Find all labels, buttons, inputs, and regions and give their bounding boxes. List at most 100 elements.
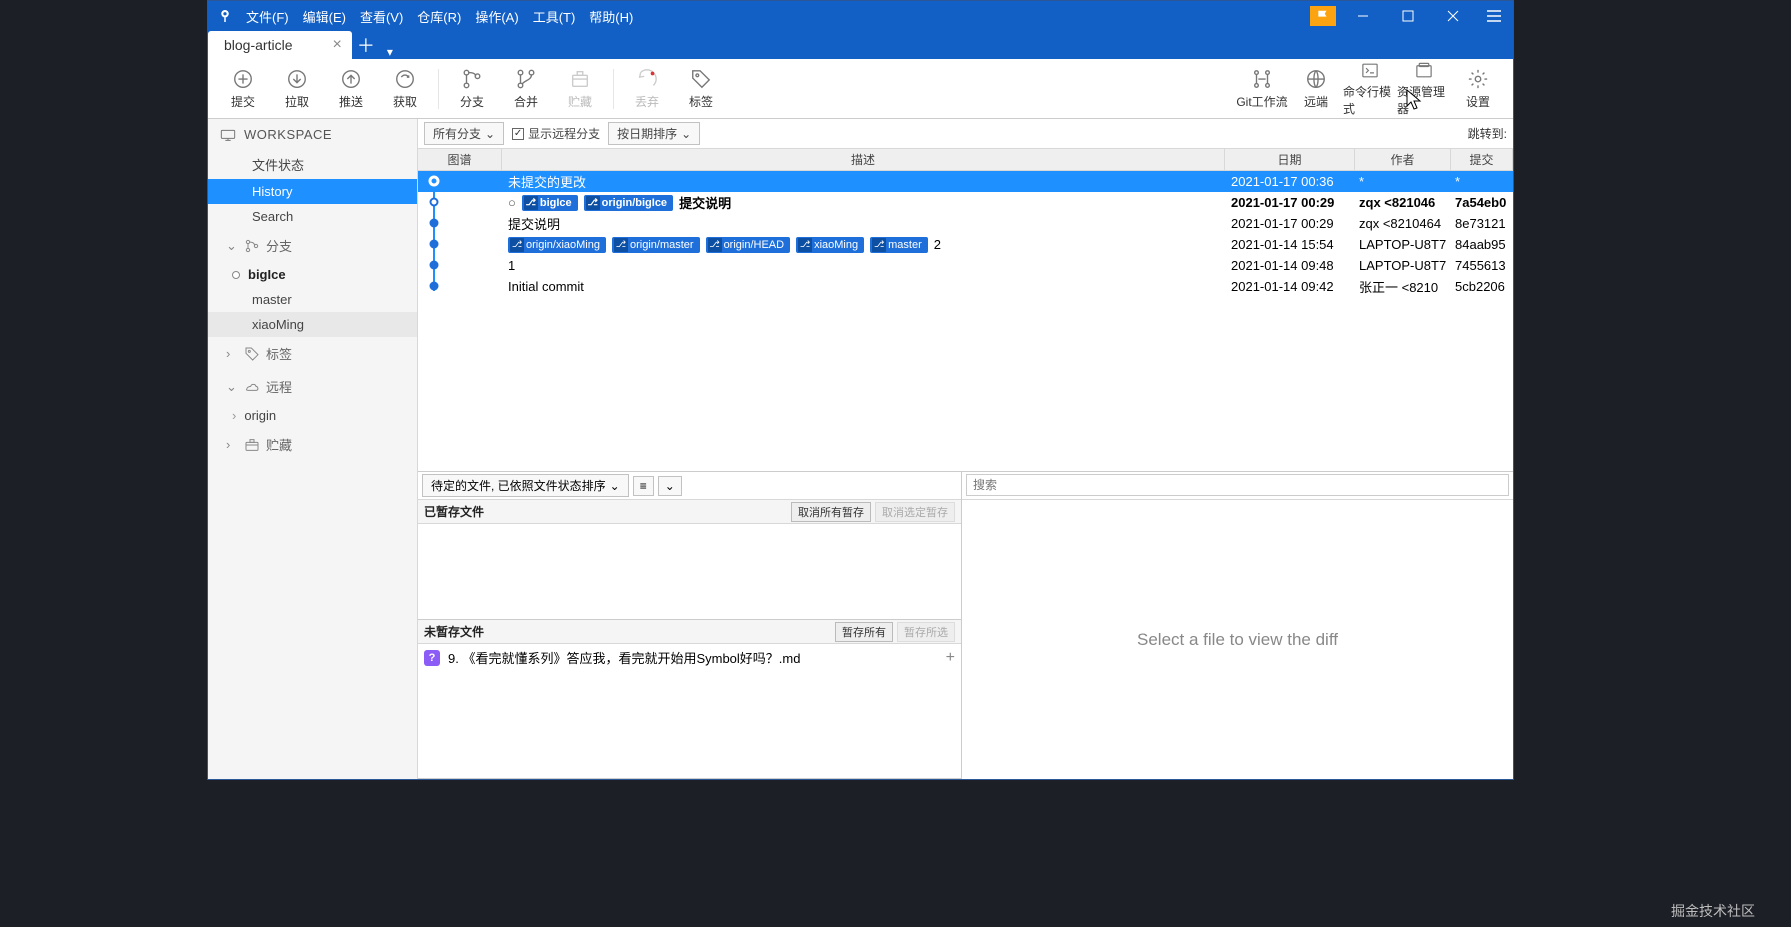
branch-master[interactable]: master [208, 287, 417, 312]
commit-row[interactable]: Initial commit2021-01-14 09:42张正一 <82105… [418, 276, 1513, 297]
branch-tag[interactable]: ⎇master [870, 237, 928, 253]
file-row[interactable]: ? 9. 《看完就懂系列》答应我，看完就开始用Symbol好吗？.md + [418, 644, 961, 671]
remote-origin[interactable]: › origin [208, 403, 417, 428]
repo-tab[interactable]: blog-article × [208, 31, 352, 59]
branch-bigice[interactable]: bigIce [208, 262, 417, 287]
unstage-all-button[interactable]: 取消所有暂存 [791, 502, 871, 522]
commit-author: LAPTOP-U8T7 [1355, 258, 1451, 273]
diff-panel: Select a file to view the diff [962, 472, 1513, 779]
main-panel: 所有分支⌄ ✓显示远程分支 按日期排序⌄ 跳转到: 图谱 描述 日期 作者 提交 [418, 119, 1513, 779]
sort-dropdown[interactable]: 按日期排序⌄ [608, 122, 700, 145]
chevron-down-icon: ⌄ [226, 238, 238, 254]
close-button[interactable] [1430, 1, 1475, 31]
toolbar-settings[interactable]: 设置 [1451, 61, 1505, 117]
sidebar-history[interactable]: History [208, 179, 417, 204]
commit-message: 未提交的更改 [508, 172, 586, 191]
col-author[interactable]: 作者 [1355, 149, 1451, 170]
toolbar-explorer[interactable]: 资源管理器 [1397, 61, 1451, 117]
menu-item[interactable]: 查看(V) [360, 7, 403, 26]
toolbar-merge[interactable]: 合并 [499, 61, 553, 117]
minimize-button[interactable] [1340, 1, 1385, 31]
col-date[interactable]: 日期 [1225, 149, 1355, 170]
unstaged-files-body: ? 9. 《看完就懂系列》答应我，看完就开始用Symbol好吗？.md + [418, 644, 961, 778]
sidebar-remotes-group[interactable]: ⌄ 远程 [208, 370, 417, 403]
sidebar-tags-group[interactable]: › 标签 [208, 337, 417, 370]
commit-author: zqx <8210464 [1355, 216, 1451, 231]
branch-tag[interactable]: ⎇origin/master [612, 237, 700, 253]
unstaged-label: 未暂存文件 [424, 623, 484, 640]
sidebar-search[interactable]: Search [208, 204, 417, 229]
toolbar-terminal[interactable]: 命令行模式 [1343, 61, 1397, 117]
toolbar-pull[interactable]: 拉取 [270, 61, 324, 117]
toolbar-tag[interactable]: 标签 [674, 61, 728, 117]
file-name: 9. 《看完就懂系列》答应我，看完就开始用Symbol好吗？.md [448, 648, 800, 667]
sidebar-branches-group[interactable]: ⌄ 分支 [208, 229, 417, 262]
toolbar-commit[interactable]: 提交 [216, 61, 270, 117]
chevron-down-icon: ⌄ [226, 379, 238, 395]
toolbar-fetch[interactable]: 获取 [378, 61, 432, 117]
unstage-selected-button[interactable]: 取消选定暂存 [875, 502, 955, 522]
view-mode-list[interactable]: ≡ [633, 476, 654, 496]
detail-panel: 待定的文件, 已依照文件状态排序⌄ ≡ ⌄ 已暂存文件 取消所有暂存 取消选定暂… [418, 471, 1513, 779]
new-tab-button[interactable]: ＋ [352, 31, 380, 59]
branch-tag[interactable]: ⎇origin/xiaoMing [508, 237, 606, 253]
commit-hash: 84aab95 [1451, 237, 1513, 252]
maximize-button[interactable] [1385, 1, 1430, 31]
col-commit[interactable]: 提交 [1451, 149, 1513, 170]
unstaged-section: 未暂存文件 暂存所有 暂存所选 ? 9. 《看完就懂系列》答应我，看完就开始用S… [418, 620, 961, 779]
branch-tag[interactable]: ⎇origin/HEAD [706, 237, 791, 253]
tab-menu-button[interactable]: ▾ [380, 45, 400, 59]
sidebar: WORKSPACE 文件状态 History Search ⌄ 分支 bigIc… [208, 119, 418, 779]
commit-hash: * [1451, 174, 1513, 189]
hamburger-icon[interactable] [1475, 9, 1513, 23]
commit-hash: 7455613 [1451, 258, 1513, 273]
branch-filter-dropdown[interactable]: 所有分支⌄ [424, 122, 504, 145]
stage-file-button[interactable]: + [946, 649, 955, 667]
commit-author: 张正一 <8210 [1355, 277, 1451, 296]
commit-message: 提交说明 [508, 214, 560, 233]
notification-flag-icon[interactable] [1310, 6, 1336, 26]
menu-item[interactable]: 编辑(E) [303, 7, 346, 26]
commit-hash: 5cb2206 [1451, 279, 1513, 294]
branch-tag[interactable]: ⎇bigIce [522, 195, 578, 211]
branch-xiaoming[interactable]: xiaoMing [208, 312, 417, 337]
stage-all-button[interactable]: 暂存所有 [835, 622, 893, 642]
commit-author: zqx <821046 [1355, 195, 1451, 210]
branch-tag[interactable]: ⎇origin/bigIce [584, 195, 673, 211]
toolbar-branch[interactable]: 分支 [445, 61, 499, 117]
commit-row[interactable]: 提交说明2021-01-17 00:29zqx <82104648e73121 [418, 213, 1513, 234]
pending-sort-dropdown[interactable]: 待定的文件, 已依照文件状态排序⌄ [422, 474, 629, 497]
file-status-icon: ? [424, 650, 440, 666]
branch-tag[interactable]: ⎇xiaoMing [796, 237, 864, 253]
current-branch-dot-icon [232, 271, 240, 279]
menu-item[interactable]: 仓库(R) [417, 7, 461, 26]
menu-item[interactable]: 操作(A) [475, 7, 518, 26]
col-graph[interactable]: 图谱 [418, 149, 502, 170]
col-description[interactable]: 描述 [502, 149, 1225, 170]
toolbar-remote[interactable]: 远端 [1289, 61, 1343, 117]
commit-author: * [1355, 174, 1451, 189]
filter-bar: 所有分支⌄ ✓显示远程分支 按日期排序⌄ 跳转到: [418, 119, 1513, 149]
toolbar-push[interactable]: 推送 [324, 61, 378, 117]
menu-item[interactable]: 帮助(H) [589, 7, 633, 26]
stage-selected-button[interactable]: 暂存所选 [897, 622, 955, 642]
commit-row[interactable]: ○⎇bigIce⎇origin/bigIce提交说明2021-01-17 00:… [418, 192, 1513, 213]
commit-date: 2021-01-17 00:36 [1225, 174, 1355, 189]
commit-message: 2 [934, 237, 941, 252]
watermark: 掘金技术社区 [1671, 901, 1755, 921]
sidebar-stashes-group[interactable]: › 贮藏 [208, 428, 417, 461]
sidebar-file-status[interactable]: 文件状态 [208, 150, 417, 179]
commit-date: 2021-01-17 00:29 [1225, 216, 1355, 231]
commit-row[interactable]: 未提交的更改2021-01-17 00:36** [418, 171, 1513, 192]
staged-section: 已暂存文件 取消所有暂存 取消选定暂存 [418, 500, 961, 620]
menu-item[interactable]: 工具(T) [533, 7, 576, 26]
show-remote-checkbox[interactable]: ✓显示远程分支 [512, 125, 600, 142]
tab-close-icon[interactable]: × [332, 36, 341, 54]
view-mode-dropdown[interactable]: ⌄ [658, 476, 682, 496]
toolbar-stash: 贮藏 [553, 61, 607, 117]
menu-item[interactable]: 文件(F) [246, 7, 289, 26]
commit-row[interactable]: 12021-01-14 09:48LAPTOP-U8T77455613 [418, 255, 1513, 276]
search-input[interactable] [966, 474, 1509, 496]
toolbar-gitflow[interactable]: Git工作流 [1235, 61, 1289, 117]
commit-row[interactable]: ⎇origin/xiaoMing ⎇origin/master ⎇origin/HE… [418, 234, 1513, 255]
